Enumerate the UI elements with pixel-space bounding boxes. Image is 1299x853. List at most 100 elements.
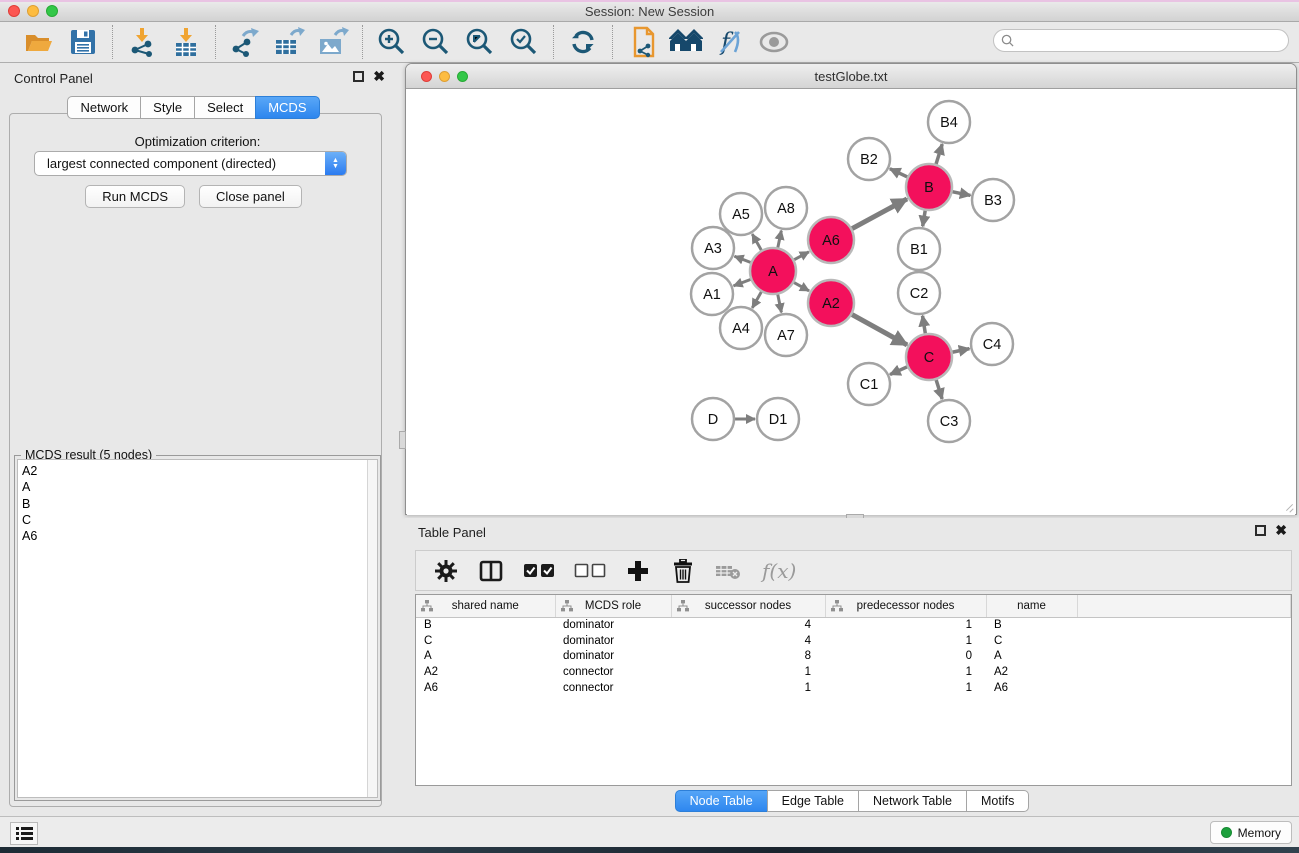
mcds-result-item[interactable]: A2 <box>22 463 377 479</box>
graph-node-B3[interactable]: B3 <box>972 179 1014 221</box>
graph-node-A[interactable]: A <box>750 248 796 294</box>
close-table-panel-icon[interactable]: ✖ <box>1275 525 1287 536</box>
memory-button[interactable]: Memory <box>1210 821 1292 844</box>
close-panel-button[interactable]: Close panel <box>199 185 302 208</box>
settings-gear-icon[interactable] <box>432 555 460 587</box>
graph-edge-B-B1[interactable] <box>923 210 926 227</box>
float-table-panel-icon[interactable] <box>1255 525 1266 536</box>
graph-node-D[interactable]: D <box>692 398 734 440</box>
graph-node-C[interactable]: C <box>906 334 952 380</box>
graph-edge-C-C3[interactable] <box>936 379 942 399</box>
resize-grip[interactable] <box>1282 500 1294 512</box>
table-row[interactable]: Adominator80A <box>416 648 1291 664</box>
deselect-all-checkboxes-icon[interactable] <box>573 555 607 587</box>
task-history-button[interactable] <box>10 822 38 845</box>
zoom-out-icon[interactable] <box>419 26 453 58</box>
graph-node-A2[interactable]: A2 <box>808 280 854 326</box>
table-cell[interactable]: 1 <box>825 680 986 696</box>
table-cell[interactable]: A2 <box>416 664 555 680</box>
import-table-icon[interactable] <box>169 26 203 58</box>
graph-node-A1[interactable]: A1 <box>691 273 733 315</box>
graph-edge-A-A5[interactable] <box>752 234 761 251</box>
graph-node-C3[interactable]: C3 <box>928 400 970 442</box>
table-cell[interactable]: 1 <box>825 617 986 633</box>
graph-edge-C-C2[interactable] <box>923 316 926 335</box>
graph-edge-A-A6[interactable] <box>793 252 809 260</box>
mcds-result-item[interactable]: C <box>22 512 377 528</box>
refresh-icon[interactable] <box>566 26 600 58</box>
table-cell[interactable]: A6 <box>986 680 1077 696</box>
graph-node-A6[interactable]: A6 <box>808 217 854 263</box>
table-cell[interactable]: A2 <box>986 664 1077 680</box>
criterion-dropdown[interactable]: largest connected component (directed) ▲… <box>34 151 347 176</box>
table-cell[interactable]: 1 <box>671 664 825 680</box>
graph-edge-A-A2[interactable] <box>793 282 809 291</box>
graph-node-C4[interactable]: C4 <box>971 323 1013 365</box>
column-header-successor-nodes[interactable]: successor nodes <box>671 595 825 617</box>
column-header-name[interactable]: name <box>986 595 1077 617</box>
float-panel-icon[interactable] <box>353 71 364 82</box>
delete-table-icon[interactable] <box>714 555 742 587</box>
table-cell[interactable]: B <box>986 617 1077 633</box>
graph-node-C1[interactable]: C1 <box>848 363 890 405</box>
table-cell[interactable]: C <box>416 633 555 649</box>
column-header-predecessor-nodes[interactable]: predecessor nodes <box>825 595 986 617</box>
table-cell[interactable]: B <box>416 617 555 633</box>
table-cell[interactable]: connector <box>555 664 671 680</box>
graph-edge-A-A4[interactable] <box>752 291 761 308</box>
hide-graphics-details-icon[interactable]: f <box>713 26 747 58</box>
table-row[interactable]: Bdominator41B <box>416 617 1291 633</box>
table-cell[interactable]: C <box>986 633 1077 649</box>
graph-edge-A-A1[interactable] <box>734 279 752 286</box>
left-splitter-handle[interactable] <box>399 431 406 449</box>
save-session-icon[interactable] <box>66 26 100 58</box>
table-row[interactable]: Cdominator41C <box>416 633 1291 649</box>
tab-style[interactable]: Style <box>140 96 195 119</box>
tab-network[interactable]: Network <box>67 96 141 119</box>
graph-node-A3[interactable]: A3 <box>692 227 734 269</box>
graph-edge-B-B2[interactable] <box>890 169 908 178</box>
network-window-titlebar[interactable]: testGlobe.txt <box>406 64 1296 89</box>
graph-node-A8[interactable]: A8 <box>765 187 807 229</box>
search-box[interactable] <box>993 29 1289 52</box>
tab-select[interactable]: Select <box>194 96 256 119</box>
select-all-checkboxes-icon[interactable] <box>522 555 556 587</box>
graph-edge-B-B3[interactable] <box>952 192 971 196</box>
zoom-fit-icon[interactable] <box>463 26 497 58</box>
graph-node-D1[interactable]: D1 <box>757 398 799 440</box>
table-cell[interactable]: 1 <box>825 633 986 649</box>
table-cell[interactable]: 0 <box>825 648 986 664</box>
graph-edge-A-A3[interactable] <box>734 256 751 263</box>
graph-node-A4[interactable]: A4 <box>720 307 762 349</box>
graph-node-C2[interactable]: C2 <box>898 272 940 314</box>
graph-edge-A-A7[interactable] <box>778 294 782 313</box>
graph-node-B2[interactable]: B2 <box>848 138 890 180</box>
graph-node-B4[interactable]: B4 <box>928 101 970 143</box>
graph-node-B1[interactable]: B1 <box>898 228 940 270</box>
table-cell[interactable]: A <box>986 648 1077 664</box>
search-input[interactable] <box>1014 30 1288 51</box>
home-icon[interactable] <box>669 26 703 58</box>
graph-node-A5[interactable]: A5 <box>720 193 762 235</box>
tab-mcds[interactable]: MCDS <box>255 96 319 119</box>
tab-edge-table[interactable]: Edge Table <box>767 790 859 812</box>
column-layout-icon[interactable] <box>477 555 505 587</box>
table-row[interactable]: A2connector11A2 <box>416 664 1291 680</box>
table-cell[interactable]: 4 <box>671 633 825 649</box>
graph-edge-C-C4[interactable] <box>952 349 970 353</box>
mcds-result-item[interactable]: A6 <box>22 528 377 544</box>
network-canvas[interactable]: B4B2BB3B1A5A8A6A3AA1A2A4A7C2C4CC1C3DD1 <box>407 90 1295 515</box>
tab-network-table[interactable]: Network Table <box>858 790 967 812</box>
add-column-icon[interactable] <box>624 555 652 587</box>
graph-edge-A6-B[interactable] <box>851 199 907 229</box>
table-cell[interactable]: dominator <box>555 633 671 649</box>
tab-motifs[interactable]: Motifs <box>966 790 1029 812</box>
table-row[interactable]: A6connector11A6 <box>416 680 1291 696</box>
delete-column-icon[interactable] <box>669 555 697 587</box>
mcds-result-item[interactable]: B <box>22 496 377 512</box>
function-builder-icon[interactable]: f(x) <box>759 555 803 587</box>
table-cell[interactable]: 8 <box>671 648 825 664</box>
graph-node-B[interactable]: B <box>906 164 952 210</box>
import-network-icon[interactable] <box>125 26 159 58</box>
open-session-icon[interactable] <box>22 26 56 58</box>
